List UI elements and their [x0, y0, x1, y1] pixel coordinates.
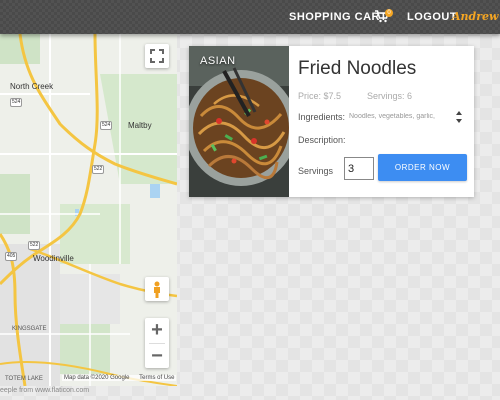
icon-attribution: eeple from www.flaticon.com	[0, 387, 90, 394]
street-view-button[interactable]	[145, 277, 169, 301]
product-card: ASIAN Fried Noodles Price: $7.5 Servings…	[189, 46, 474, 197]
servings-label: Servings	[298, 166, 334, 176]
ingredients-value: Noodles, vegetables, garlic,	[349, 113, 435, 120]
map-place-totem-lake: TOTEM LAKE	[5, 376, 43, 382]
category-badge: ASIAN	[200, 55, 236, 67]
map-place-kingsgate: KINGSGATE	[12, 326, 47, 332]
route-shield: 524	[10, 98, 23, 107]
map-panel[interactable]: North Creek Maltby Woodinville KINGSGATE…	[0, 34, 177, 386]
scroll-down-icon	[456, 119, 462, 123]
map-place-maltby: Maltby	[128, 121, 152, 130]
top-navigation-bar: SHOPPING CART 0 LOGOUT Andrew	[0, 0, 500, 34]
product-photo: ASIAN	[189, 46, 289, 197]
route-shield: 522	[28, 241, 41, 250]
route-shield: 405	[5, 252, 18, 261]
terms-of-use-link[interactable]: Terms of Use	[139, 375, 174, 381]
ingredients-label: Ingredients:	[298, 112, 346, 122]
order-now-button[interactable]: ORDER NOW	[378, 154, 467, 181]
servings-input[interactable]	[344, 157, 374, 180]
scroll-up-icon	[456, 111, 462, 115]
shopping-cart-link[interactable]: SHOPPING CART	[289, 11, 387, 23]
map-place-north-creek: North Creek	[10, 82, 54, 91]
ingredients-scroll-arrows[interactable]	[455, 109, 463, 125]
description-label: Description:	[298, 135, 346, 145]
noodles-image	[189, 46, 289, 197]
zoom-out-button[interactable]: −	[145, 344, 169, 368]
fullscreen-icon	[150, 49, 164, 63]
username-label: Andrew	[452, 10, 499, 23]
product-title: Fried Noodles	[298, 58, 417, 79]
zoom-controls: + −	[145, 318, 169, 368]
cart-count-badge: 0	[385, 9, 393, 17]
product-servings-info: Servings: 6	[367, 91, 413, 101]
logout-link[interactable]: LOGOUT	[407, 11, 457, 23]
route-shield: 522	[92, 165, 105, 174]
product-price: Price: $7.5	[298, 91, 342, 101]
map-place-woodinville: Woodinville	[33, 254, 74, 263]
route-shield: 524	[100, 121, 113, 130]
zoom-in-button[interactable]: +	[145, 318, 169, 342]
map-copyright: Map data ©2020 Google	[64, 375, 130, 381]
pegman-icon	[154, 281, 160, 298]
map-footer: Map data ©2020 Google Terms of Use	[62, 375, 177, 381]
fullscreen-button[interactable]	[145, 44, 169, 68]
